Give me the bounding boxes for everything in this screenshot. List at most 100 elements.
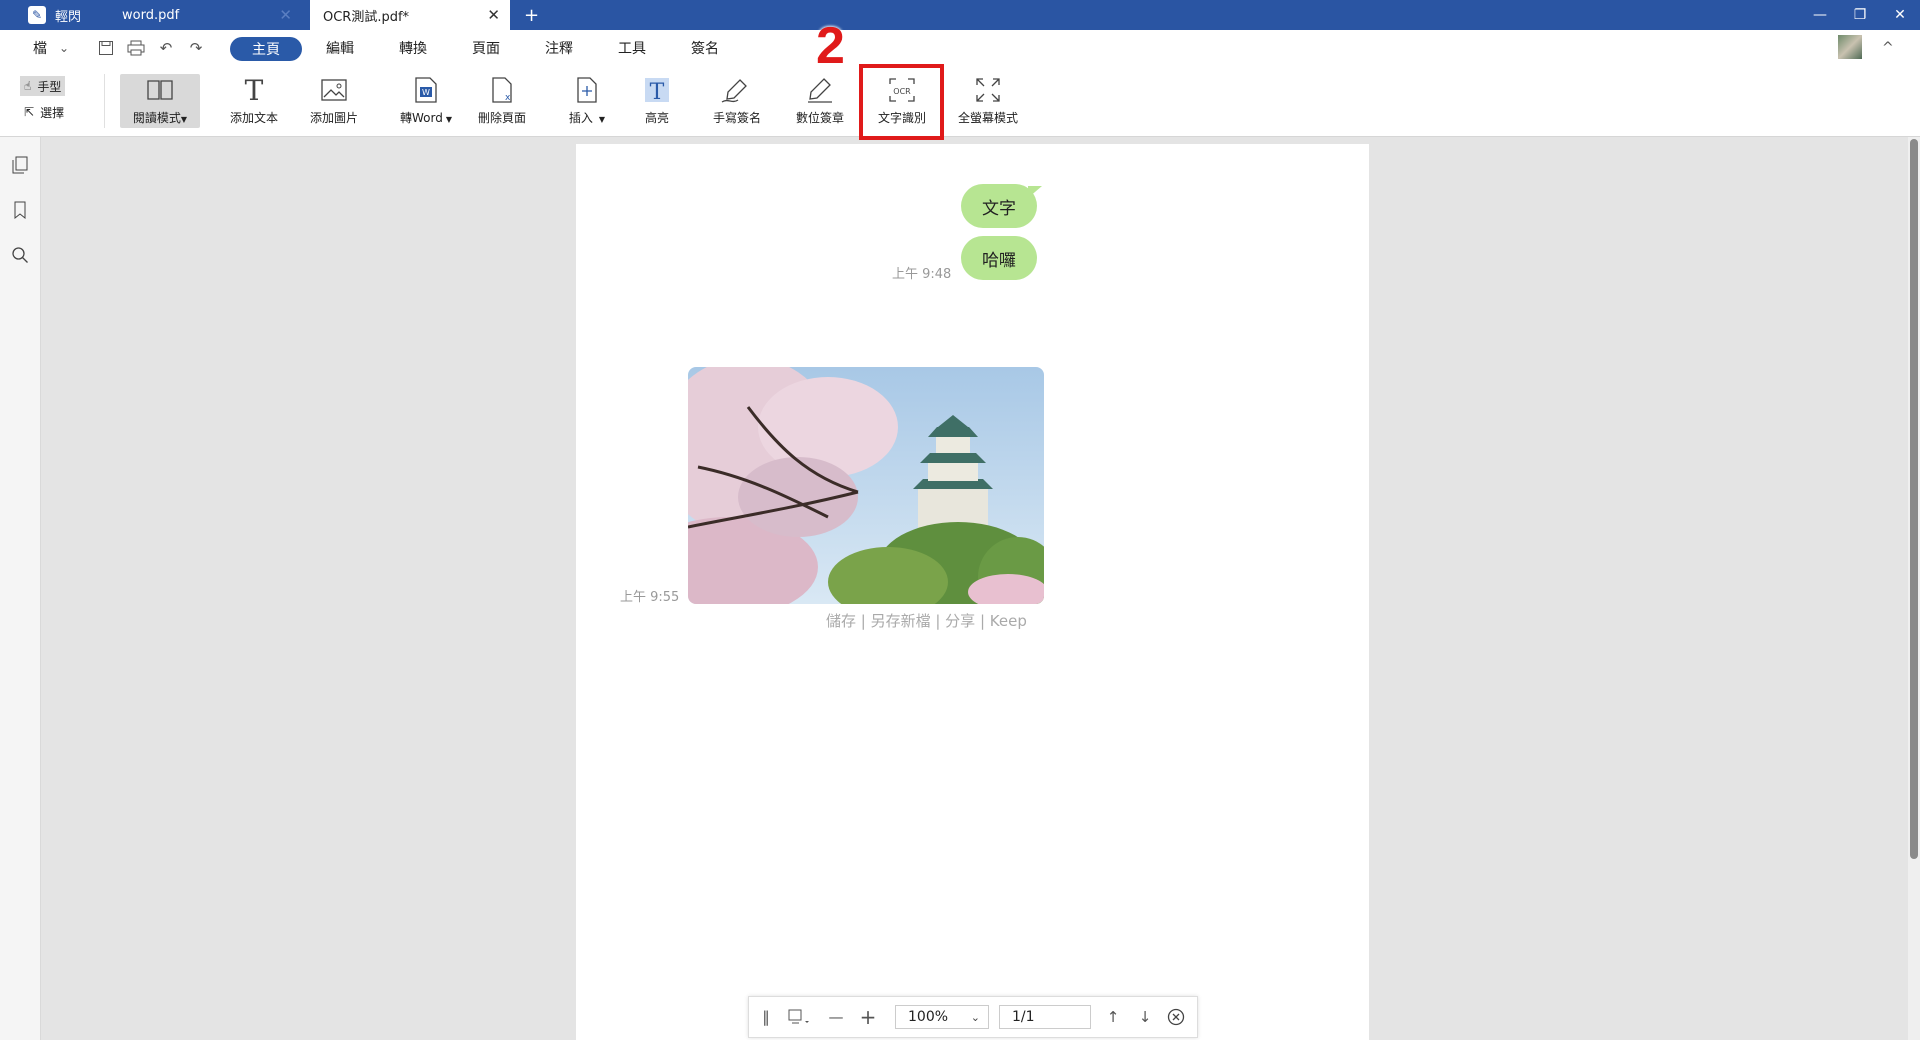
tab-edit[interactable]: 編輯: [326, 30, 354, 66]
hand-mode-label: 手型: [37, 79, 62, 94]
digital-stamp-label: 數位簽章: [795, 111, 844, 125]
new-tab-button[interactable]: +: [524, 0, 539, 30]
ocr-icon-text: OCR: [893, 87, 911, 96]
print-icon[interactable]: [125, 36, 147, 60]
ocr-button[interactable]: OCR 文字識別: [866, 74, 938, 132]
chevron-down-icon: ⌄: [970, 1010, 980, 1024]
hand-icon: ☝: [24, 79, 32, 93]
next-page-icon[interactable]: ↓: [1135, 1007, 1155, 1027]
left-sidebar: [0, 137, 41, 1040]
vertical-scrollbar[interactable]: [1908, 137, 1920, 1040]
tab-word-pdf[interactable]: word.pdf ✕: [112, 0, 302, 30]
step-number: 2: [816, 17, 845, 75]
dropdown-arrow-icon: ▼: [598, 115, 606, 124]
svg-text:W: W: [422, 88, 430, 97]
bubble-tail-icon: [1028, 186, 1042, 198]
delete-page-label: 刪除頁面: [477, 111, 526, 125]
tab-page[interactable]: 頁面: [472, 30, 500, 66]
timestamp: 上午 9:55: [620, 590, 680, 605]
cursor-icon: ⇱: [24, 105, 35, 119]
zoom-select[interactable]: 100% ⌄: [895, 1005, 989, 1029]
photo-actions: 儲存 | 另存新檔 | 分享 | Keep: [826, 612, 1027, 630]
close-circle-icon[interactable]: [1165, 1007, 1187, 1027]
highlight-button[interactable]: T 高亮: [621, 74, 693, 132]
bookmark-icon[interactable]: [10, 200, 30, 220]
search-icon[interactable]: [10, 245, 30, 265]
fullscreen-button[interactable]: 全螢幕模式: [952, 74, 1024, 132]
close-icon[interactable]: ✕: [279, 6, 292, 24]
highlight-icon: T: [643, 74, 671, 106]
tab-convert[interactable]: 轉換: [399, 30, 427, 66]
to-word-label: 轉Word: [399, 111, 443, 125]
undo-icon[interactable]: ↶: [155, 36, 177, 60]
image-icon: [320, 74, 348, 106]
zoom-in-icon[interactable]: +: [857, 1005, 879, 1029]
highlight-label: 高亮: [644, 111, 669, 125]
hand-mode-button[interactable]: ☝ 手型: [20, 76, 66, 96]
reading-mode-button[interactable]: 閱讀模式▼: [120, 74, 200, 128]
avatar[interactable]: [1838, 35, 1862, 59]
insert-label: 插入: [568, 111, 593, 125]
app-tab[interactable]: ✎ 輕閃: [20, 0, 106, 30]
insert-button[interactable]: 插入 ▼: [547, 74, 627, 132]
zoom-value: 100%: [908, 1009, 949, 1025]
chevron-down-icon: ⌄: [59, 41, 70, 55]
add-text-button[interactable]: T 添加文本: [218, 74, 290, 132]
chat-bubble: 哈囉: [961, 236, 1037, 280]
minimize-button[interactable]: —: [1800, 0, 1840, 30]
previous-page-icon[interactable]: ↑: [1103, 1007, 1123, 1027]
restore-button[interactable]: ❐: [1840, 0, 1880, 30]
app-logo-icon: ✎: [28, 6, 46, 24]
to-word-button[interactable]: W 轉Word ▼: [384, 74, 468, 132]
tab-annotate[interactable]: 注釋: [545, 30, 573, 66]
dropdown-arrow-icon: ▼: [180, 115, 188, 124]
tab-ocr-pdf[interactable]: OCR測試.pdf* ✕: [310, 0, 510, 30]
add-image-button[interactable]: 添加圖片: [298, 74, 370, 132]
file-menu-label: 檔: [33, 41, 47, 57]
book-icon: [145, 74, 175, 106]
close-icon[interactable]: ✕: [487, 6, 500, 24]
add-text-label: 添加文本: [229, 111, 278, 125]
pencil-icon: [805, 74, 835, 106]
drag-handle-icon[interactable]: ‖: [759, 1007, 773, 1027]
handwrite-sign-button[interactable]: 手寫簽名: [701, 74, 773, 132]
cherry-blossom-castle-photo: [688, 367, 1044, 604]
text-icon: T: [244, 73, 264, 107]
redo-icon[interactable]: ↷: [185, 36, 207, 60]
scrollbar-thumb[interactable]: [1910, 139, 1918, 859]
handwrite-sign-label: 手寫簽名: [712, 111, 761, 125]
timestamp: 上午 9:48: [892, 267, 952, 282]
ocr-scan-icon: OCR: [887, 74, 917, 106]
svg-text:x: x: [505, 93, 511, 103]
select-mode-button[interactable]: ⇱ 選擇: [20, 102, 68, 122]
tab-sign[interactable]: 簽名: [691, 30, 719, 66]
svg-text:T: T: [650, 80, 665, 104]
close-window-button[interactable]: ✕: [1880, 0, 1920, 30]
page-number-input[interactable]: 1/1: [999, 1005, 1091, 1029]
file-menu[interactable]: 檔 ⌄: [33, 30, 69, 66]
title-bar: ✎ 輕閃 word.pdf ✕ OCR測試.pdf* ✕ + — ❐ ✕: [0, 0, 1920, 30]
chat-bubble-text: 哈囉: [982, 250, 1016, 271]
insert-page-icon: [575, 74, 599, 106]
dropdown-arrow-icon: ▼: [445, 115, 452, 124]
fullscreen-icon: [974, 74, 1002, 106]
delete-page-button[interactable]: x 刪除頁面: [466, 74, 538, 132]
pdf-page: 文字 哈囉 上午 9:48 上午 9:55 儲存 | 另存新檔 | 分享 | K…: [576, 144, 1369, 1040]
tab-tools[interactable]: 工具: [618, 30, 646, 66]
chat-bubble-text: 文字: [982, 198, 1016, 219]
zoom-out-icon[interactable]: —: [825, 1007, 847, 1027]
digital-stamp-button[interactable]: 數位簽章: [784, 74, 856, 132]
select-mode-label: 選擇: [40, 105, 65, 120]
pages-icon[interactable]: [10, 155, 30, 175]
ocr-label: 文字識別: [877, 111, 926, 125]
menu-bar: 檔 ⌄ ↶ ↷ 主頁 編輯 轉換 頁面 注釋 工具 簽名 ^: [0, 30, 1920, 66]
collapse-ribbon-icon[interactable]: ^: [1882, 30, 1894, 66]
chat-bubble: 文字: [961, 184, 1037, 228]
tab-home[interactable]: 主頁: [230, 37, 302, 61]
tab-label: OCR測試.pdf*: [323, 9, 410, 25]
save-icon[interactable]: [95, 36, 117, 60]
page-layout-icon[interactable]: [787, 1007, 813, 1027]
reading-mode-label: 閱讀模式: [132, 111, 181, 125]
tab-label: word.pdf: [122, 7, 180, 23]
signature-pen-icon: [720, 74, 754, 106]
